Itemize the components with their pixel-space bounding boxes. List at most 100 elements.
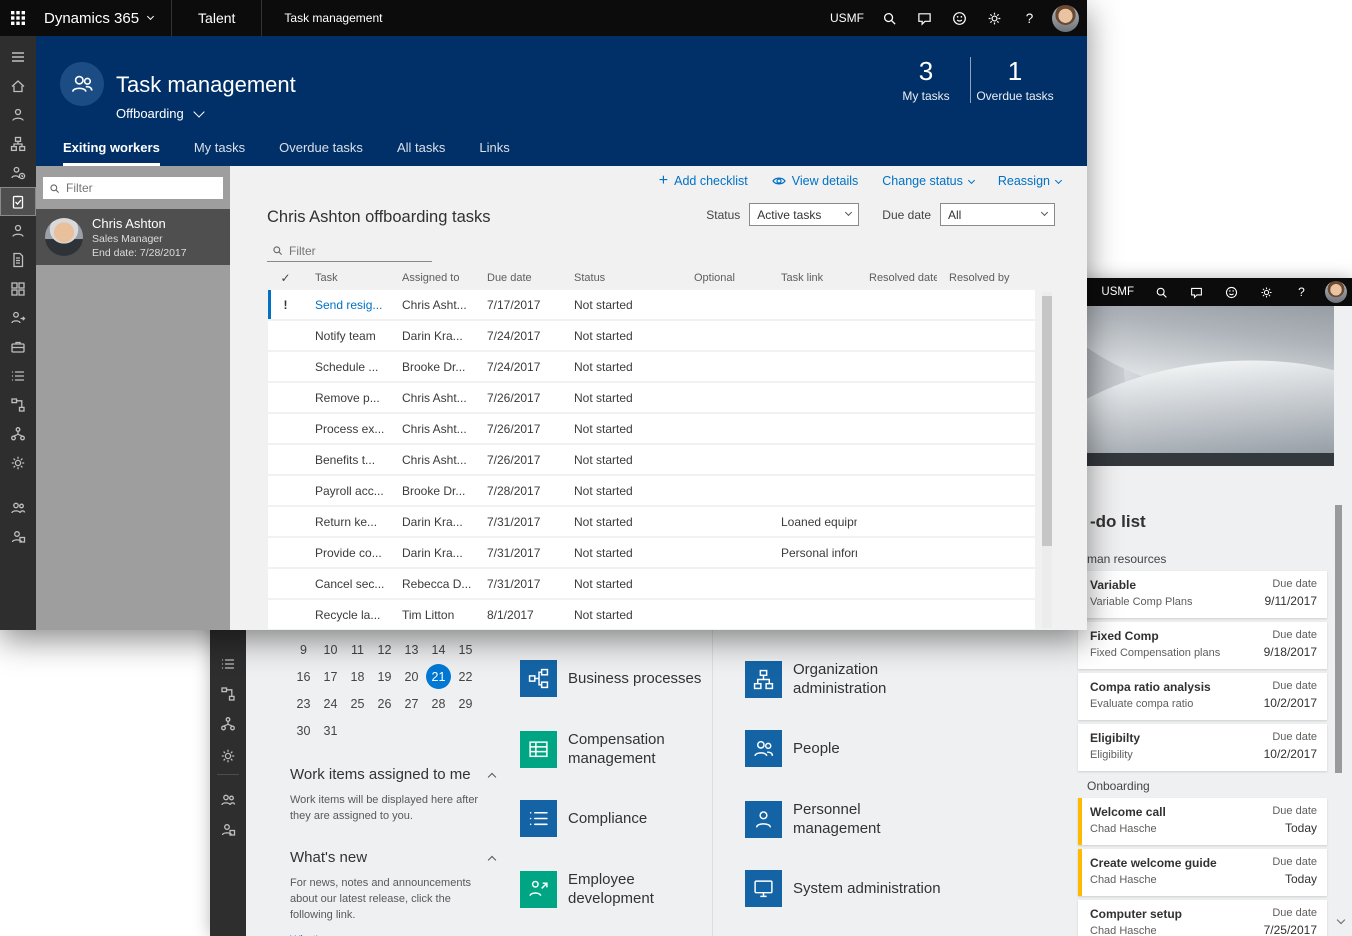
app-launcher-button[interactable] xyxy=(0,0,36,36)
cell-task[interactable]: Provide co... xyxy=(303,546,390,560)
scroll-down-arrow[interactable] xyxy=(1338,912,1344,930)
table-row[interactable]: Payroll acc... Brooke Dr... 7/28/2017 No… xyxy=(268,476,1035,505)
calendar-day[interactable]: 17 xyxy=(317,663,344,690)
table-row[interactable]: Provide co... Darin Kra... 7/31/2017 Not… xyxy=(268,538,1035,567)
cell-task[interactable]: Schedule ... xyxy=(303,360,390,374)
calendar-day[interactable]: 15 xyxy=(452,636,479,663)
sidebar-item-transitions[interactable] xyxy=(0,303,36,332)
sidebar-item-org-chart[interactable] xyxy=(0,129,36,158)
calendar-day[interactable]: 19 xyxy=(371,663,398,690)
search-button[interactable] xyxy=(872,0,907,36)
table-row[interactable]: ! Send resig... Chris Asht... 7/17/2017 … xyxy=(268,290,1035,319)
calendar-day[interactable]: 29 xyxy=(452,690,479,717)
sidebar-item-onboarding[interactable] xyxy=(0,522,36,551)
column-header[interactable]: Status xyxy=(562,272,682,284)
view-selector[interactable]: Offboarding xyxy=(116,106,203,121)
todo-card[interactable]: Welcome call Chad Hasche Due date Today xyxy=(1078,798,1327,845)
worker-list-item-selected[interactable]: Chris Ashton Sales Manager End date: 7/2… xyxy=(36,209,230,265)
feedback-button[interactable] xyxy=(1214,278,1249,306)
table-scrollbar-thumb[interactable] xyxy=(1042,296,1052,546)
calendar-day[interactable]: 18 xyxy=(344,663,371,690)
cell-task[interactable]: Notify team xyxy=(303,329,390,343)
collapse-up-icon[interactable] xyxy=(488,855,496,863)
cell-task[interactable]: Send resig... xyxy=(303,298,390,312)
table-row[interactable]: Benefits t... Chris Asht... 7/26/2017 No… xyxy=(268,445,1035,474)
sidebar-item-benefits[interactable] xyxy=(0,274,36,303)
messages-button[interactable] xyxy=(1179,278,1214,306)
table-row[interactable]: Schedule ... Brooke Dr... 7/24/2017 Not … xyxy=(268,352,1035,381)
calendar-day[interactable]: 14 xyxy=(425,636,452,663)
todo-card[interactable]: Fixed Comp Fixed Compensation plans Due … xyxy=(1078,622,1327,669)
settings-button[interactable] xyxy=(1249,278,1284,306)
column-header[interactable]: Task link xyxy=(769,272,857,284)
add-checklist-button[interactable]: + Add checklist xyxy=(659,174,748,188)
sidebar-item-leave[interactable] xyxy=(0,158,36,187)
search-button[interactable] xyxy=(1144,278,1179,306)
calendar-day[interactable]: 21 xyxy=(426,664,451,689)
reassign-button[interactable]: Reassign xyxy=(998,174,1061,188)
calendar-day[interactable]: 26 xyxy=(371,690,398,717)
calendar-day[interactable]: 31 xyxy=(317,717,344,744)
calendar-day[interactable]: 28 xyxy=(425,690,452,717)
column-header[interactable]: Due date xyxy=(475,272,562,284)
cell-task[interactable]: Return ke... xyxy=(303,515,390,529)
sidebar-item-personnel[interactable] xyxy=(0,216,36,245)
due-date-filter-select[interactable]: All xyxy=(940,203,1055,226)
calendar-day[interactable]: 27 xyxy=(398,690,425,717)
sidebar-item-onboarding[interactable] xyxy=(210,818,246,842)
sidebar-item-task-management[interactable] xyxy=(0,187,36,216)
tile-system-administration[interactable]: System administration xyxy=(745,870,955,907)
calendar-day[interactable]: 13 xyxy=(398,636,425,663)
todo-card[interactable]: Computer setup Chad Hasche Due date 7/25… xyxy=(1078,900,1327,936)
sidebar-item-organization[interactable] xyxy=(210,712,246,736)
todo-scrollbar-thumb[interactable] xyxy=(1335,505,1342,773)
collapse-up-icon[interactable] xyxy=(488,772,496,780)
column-header[interactable]: Resolved by xyxy=(937,272,1035,284)
tile-compliance[interactable]: Compliance xyxy=(520,800,730,837)
cell-task[interactable]: Cancel sec... xyxy=(303,577,390,591)
table-row[interactable]: Recycle la... Tim Litton 8/1/2017 Not st… xyxy=(268,600,1035,629)
sidebar-item-processes[interactable] xyxy=(0,390,36,419)
workspace-tab[interactable]: All tasks xyxy=(397,140,445,166)
sidebar-item-home[interactable] xyxy=(0,71,36,100)
sidebar-item-system[interactable] xyxy=(210,744,246,768)
todo-card[interactable]: Eligibilty Eligibility Due date 10/2/201… xyxy=(1078,724,1327,771)
select-all-column-header[interactable]: ✓ xyxy=(268,271,303,285)
sidebar-item-documents[interactable] xyxy=(0,245,36,274)
tile-personnel-management[interactable]: Personnel management xyxy=(745,800,955,838)
cell-task[interactable]: Payroll acc... xyxy=(303,484,390,498)
sidebar-menu-button[interactable] xyxy=(0,42,36,71)
cell-task[interactable]: Process ex... xyxy=(303,422,390,436)
table-row[interactable]: Remove p... Chris Asht... 7/26/2017 Not … xyxy=(268,383,1035,412)
calendar-day[interactable]: 22 xyxy=(452,663,479,690)
column-header[interactable]: Resolved date xyxy=(857,272,937,284)
settings-button[interactable] xyxy=(977,0,1012,36)
table-row[interactable]: Return ke... Darin Kra... 7/31/2017 Not … xyxy=(268,507,1035,536)
sidebar-item-jobs[interactable] xyxy=(0,332,36,361)
company-selector[interactable]: USMF xyxy=(1101,286,1134,298)
sidebar-item-teams[interactable] xyxy=(210,788,246,812)
tile-people[interactable]: People xyxy=(745,730,955,767)
workspace-tab[interactable]: Overdue tasks xyxy=(279,140,363,166)
calendar-day[interactable]: 9 xyxy=(290,636,317,663)
cell-task[interactable]: Recycle la... xyxy=(303,608,390,622)
column-header[interactable]: Optional xyxy=(682,272,769,284)
tile-organization-administration[interactable]: Organization administration xyxy=(745,660,955,698)
cell-task[interactable]: Remove p... xyxy=(303,391,390,405)
table-row[interactable]: Notify team Darin Kra... 7/24/2017 Not s… xyxy=(268,321,1035,350)
brand-menu[interactable]: Dynamics 365 xyxy=(44,10,153,27)
column-header[interactable]: Task xyxy=(303,272,390,284)
calendar-day[interactable]: 20 xyxy=(398,663,425,690)
company-selector[interactable]: USMF xyxy=(830,11,864,25)
calendar-day[interactable]: 24 xyxy=(317,690,344,717)
sidebar-item-organization[interactable] xyxy=(0,419,36,448)
feedback-button[interactable] xyxy=(942,0,977,36)
app-name[interactable]: Talent xyxy=(171,0,262,36)
tile-employee-development[interactable]: Employee development xyxy=(520,870,730,908)
column-header[interactable]: Assigned to xyxy=(390,272,475,284)
help-button[interactable]: ? xyxy=(1012,0,1047,36)
calendar-day[interactable]: 16 xyxy=(290,663,317,690)
messages-button[interactable] xyxy=(907,0,942,36)
grid-filter-input[interactable] xyxy=(289,244,427,258)
sidebar-item-system[interactable] xyxy=(0,448,36,477)
